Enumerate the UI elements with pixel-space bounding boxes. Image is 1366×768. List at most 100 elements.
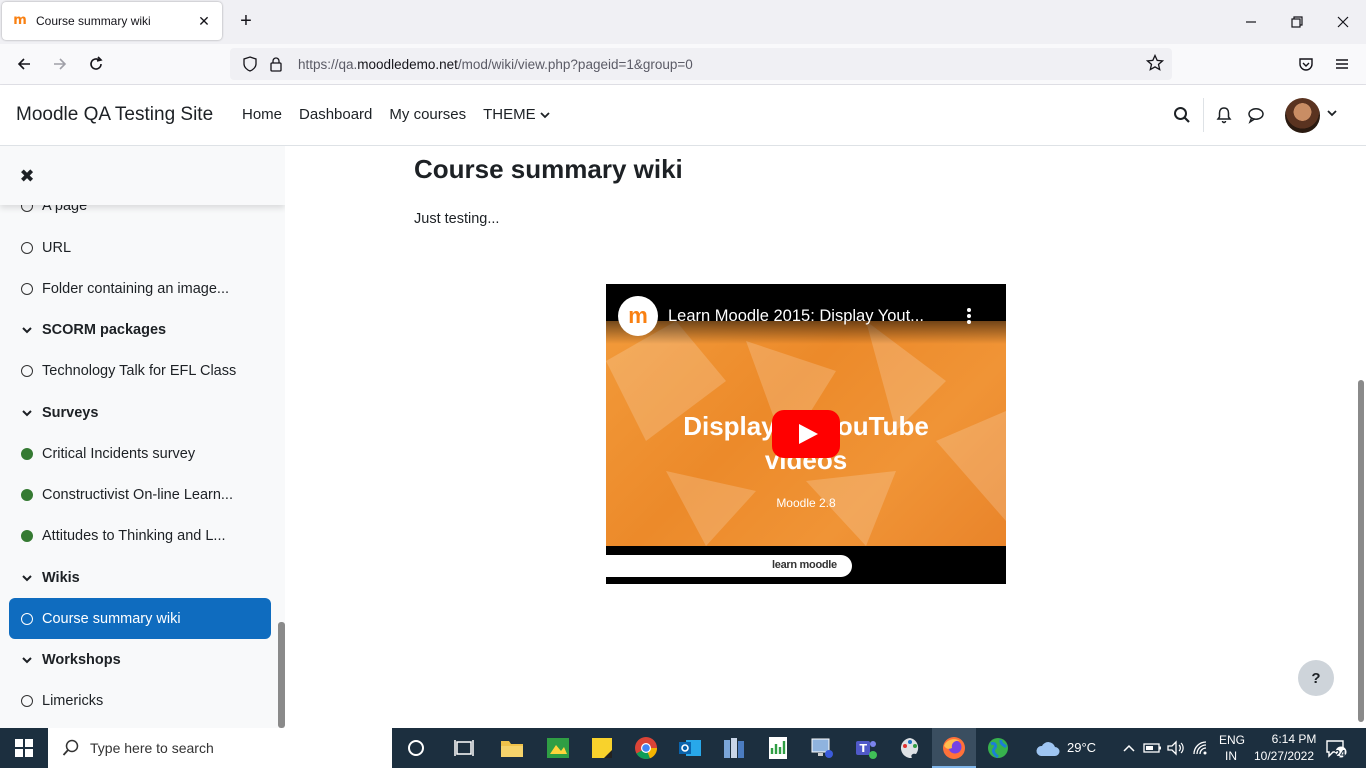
course-index-item-label: Technology Talk for EFL Class [42, 362, 237, 379]
nav-dashboard[interactable]: Dashboard [299, 106, 372, 123]
help-button[interactable]: ? [1298, 660, 1334, 696]
tab-close-icon[interactable]: ✕ [196, 13, 212, 30]
speaker-icon [1167, 740, 1184, 756]
restore-button[interactable] [1282, 8, 1312, 36]
learnmoodle-logo: learn moodle [772, 559, 837, 571]
cortana-button[interactable] [402, 734, 430, 762]
browser-tab[interactable]: m Course summary wiki ✕ [2, 2, 222, 40]
lock-icon[interactable] [268, 56, 284, 72]
task-view-button[interactable] [450, 734, 478, 762]
app-menu-button[interactable] [1328, 50, 1356, 78]
archive-app[interactable] [720, 734, 748, 762]
weather-temperature: 29°C [1067, 740, 1097, 755]
course-index-item[interactable]: Folder containing an image... [9, 268, 271, 309]
more-vertical-icon[interactable] [964, 306, 974, 326]
globe-app[interactable] [984, 734, 1012, 762]
nav-theme-label: THEME [483, 106, 536, 123]
course-index-item[interactable]: Attitudes to Thinking and L... [9, 515, 271, 556]
course-index-section[interactable]: SCORM packages [9, 309, 271, 350]
user-avatar[interactable] [1285, 98, 1320, 133]
chrome-app[interactable] [632, 734, 660, 762]
firefox-app[interactable] [940, 734, 968, 762]
volume-control[interactable] [1162, 734, 1190, 762]
browser-tab-strip: m Course summary wiki ✕ + [0, 0, 1366, 44]
url-bar[interactable]: https://qa.moodledemo.net/mod/wiki/view.… [230, 48, 1172, 80]
archive-books-icon [724, 738, 744, 758]
bookmark-star-icon[interactable] [1146, 54, 1164, 72]
site-name[interactable]: Moodle QA Testing Site [16, 104, 213, 126]
moodle-navbar: Moodle QA Testing Site Home Dashboard My… [0, 85, 1366, 146]
forward-button[interactable] [46, 50, 74, 78]
paint-app[interactable] [896, 734, 924, 762]
incomplete-circle-icon [21, 612, 33, 625]
taskbar-search-box[interactable]: Type here to search [48, 728, 392, 768]
start-button[interactable] [0, 728, 48, 768]
play-button-icon[interactable] [772, 410, 840, 458]
messages-toggle[interactable] [1245, 104, 1267, 126]
photos-app[interactable] [544, 734, 572, 762]
language-indicator[interactable]: ENG [1219, 733, 1245, 747]
youtube-video-embed[interactable]: Displaying YouTube videos Moodle 2.8 lear… [606, 284, 1006, 584]
svg-text:T: T [860, 742, 868, 755]
shield-icon[interactable] [242, 56, 258, 72]
notification-count-badge: 24 [1334, 749, 1346, 760]
pocket-button[interactable] [1292, 50, 1320, 78]
page-title: Course summary wiki [414, 154, 683, 184]
course-index-item-label: Attitudes to Thinking and L... [42, 527, 226, 544]
chevron-down-icon [539, 111, 550, 118]
network-indicator[interactable] [1187, 734, 1215, 762]
course-index-item[interactable]: Critical Incidents survey [9, 433, 271, 474]
close-window-button[interactable] [1328, 8, 1358, 36]
chevron-down-icon[interactable] [21, 324, 33, 336]
windows-logo-icon [15, 739, 33, 757]
chevron-down-icon[interactable] [21, 407, 33, 419]
page-scrollbar[interactable] [1358, 380, 1364, 722]
notifications-toggle[interactable] [1213, 104, 1235, 126]
user-menu-chevron-down-icon[interactable] [1326, 107, 1338, 119]
drawer-scrollbar[interactable] [278, 622, 285, 728]
clock-time[interactable]: 6:14 PM [1262, 732, 1326, 746]
course-index-section[interactable]: Wikis [9, 557, 271, 598]
back-arrow-icon [17, 58, 30, 70]
video-title[interactable]: Learn Moodle 2015: Display Yout... [668, 307, 924, 326]
course-index-drawer: ✖ A page URL Folder containing an image.… [0, 146, 285, 728]
spreadsheet-app[interactable] [764, 734, 792, 762]
chevron-down-icon[interactable] [21, 572, 33, 584]
sticky-notes-app[interactable] [588, 734, 616, 762]
course-index-item[interactable]: URL [9, 227, 271, 268]
close-drawer-icon[interactable]: ✖ [17, 166, 37, 186]
incomplete-circle-icon [21, 364, 33, 377]
course-index-item[interactable]: Technology Talk for EFL Class [9, 350, 271, 391]
close-icon [1337, 16, 1349, 28]
chevron-down-icon[interactable] [21, 654, 33, 666]
search-toggle[interactable] [1171, 104, 1193, 126]
course-index-section-label: SCORM packages [42, 321, 167, 338]
teams-app[interactable]: T [852, 734, 880, 762]
main-content: Course summary wiki Just testing... Disp… [285, 146, 1356, 728]
file-explorer-app[interactable] [498, 734, 526, 762]
back-button[interactable] [10, 50, 38, 78]
nav-home[interactable]: Home [242, 106, 282, 123]
minimize-button[interactable] [1236, 8, 1266, 36]
weather-widget[interactable] [1034, 734, 1062, 762]
outlook-app[interactable] [676, 734, 704, 762]
chat-bubble-icon [1248, 108, 1264, 124]
course-index-item[interactable]: Constructivist On-line Learn... [9, 474, 271, 515]
course-index-section[interactable]: Surveys [9, 392, 271, 433]
course-index-section[interactable]: Workshops [9, 639, 271, 680]
taskbar-search-placeholder: Type here to search [90, 740, 214, 756]
nav-theme-dropdown[interactable]: THEME [483, 106, 551, 123]
reload-button[interactable] [82, 50, 110, 78]
bell-icon [1216, 107, 1232, 124]
remote-desktop-app[interactable] [808, 734, 836, 762]
nav-my-courses[interactable]: My courses [389, 106, 466, 123]
forward-arrow-icon [54, 58, 67, 70]
course-index-item[interactable]: Limericks [9, 680, 271, 721]
course-index-section-label: Wikis [42, 569, 80, 586]
course-index-item-active[interactable]: Course summary wiki [9, 598, 271, 639]
course-index-section-label: Surveys [42, 404, 99, 421]
channel-avatar-icon[interactable]: m [618, 296, 658, 336]
url-text[interactable]: https://qa.moodledemo.net/mod/wiki/view.… [298, 57, 693, 72]
new-tab-button[interactable]: + [234, 9, 258, 33]
drawer-header: ✖ [0, 146, 285, 205]
